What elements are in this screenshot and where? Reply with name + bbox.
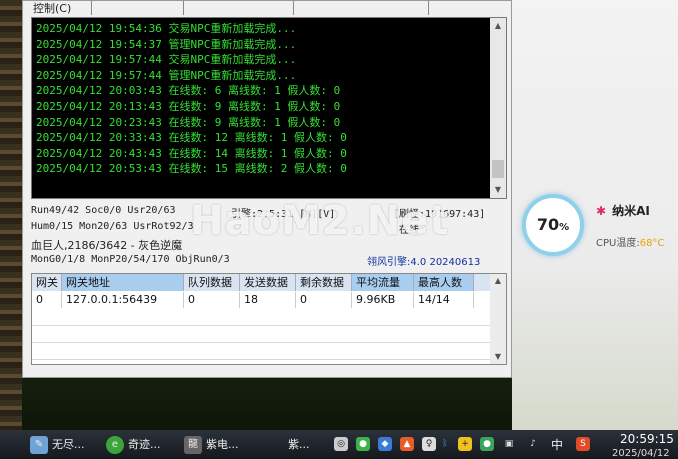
gauge-percent-sign: % xyxy=(559,222,570,233)
log-line: 2025/04/12 20:13:43 在线数: 9 离线数: 1 假人数: 0 xyxy=(36,99,341,113)
game-window-edge xyxy=(0,0,22,430)
menu-separator xyxy=(293,1,294,15)
column-header[interactable]: 发送数据 xyxy=(240,274,296,291)
log-line: 2025/04/12 19:57:44 管理NPC重新加载完成... xyxy=(36,68,297,82)
table-cell: 0 xyxy=(296,292,352,308)
column-header[interactable]: 剩余数据 xyxy=(296,274,352,291)
taskbar-item-zi[interactable]: 紫... xyxy=(288,434,310,456)
log-line: 2025/04/12 20:03:43 在线数: 6 离线数: 1 假人数: 0 xyxy=(36,84,341,98)
scroll-up-arrow-icon[interactable]: ▲ xyxy=(490,274,506,288)
taskbar-label: 奇迹... xyxy=(128,438,161,451)
taskbar-item-zidian[interactable]: 龍紫电... xyxy=(184,434,239,456)
table-cell: 18 xyxy=(240,292,296,308)
table-cell: 14/14 xyxy=(414,292,474,308)
log-line: 2025/04/12 19:57:44 交易NPC重新加载完成... xyxy=(36,53,297,67)
app-icon: ✎ xyxy=(30,436,48,454)
status-boss: 血巨人,2186/3642 - 灰色逆魔 xyxy=(31,239,183,252)
performance-widget[interactable]: 70% ✱ 纳米AI CPU温度:68°C xyxy=(522,194,672,260)
cpu-temperature: CPU温度:68°C xyxy=(596,234,664,249)
menu-separator xyxy=(91,1,92,15)
browser-icon: e xyxy=(106,436,124,454)
scroll-down-arrow-icon[interactable]: ▼ xyxy=(490,182,506,198)
table-header: 网关 网关地址 队列数据 发送数据 剩余数据 平均流量 最高人数 xyxy=(32,274,492,291)
app-icon: 龍 xyxy=(184,436,202,454)
cpu-gauge: 70% xyxy=(522,194,584,256)
taskbar: ✎ 无尽... e 奇迹... 龍紫电... 紫... ◎ ● ◆ ▲ ♀ ᛒ + … xyxy=(0,430,678,459)
wechat-icon[interactable]: ● xyxy=(356,437,370,451)
table-cell: 9.96KB xyxy=(352,292,414,308)
sogou-icon[interactable]: S xyxy=(576,437,590,451)
log-scrollbar[interactable]: ▲ ▼ xyxy=(490,18,506,198)
status-mon: MonG0/1/8 MonP20/54/170 ObjRun0/3 xyxy=(31,254,230,265)
scroll-up-arrow-icon[interactable]: ▲ xyxy=(490,18,506,34)
column-header[interactable]: 最高人数 xyxy=(414,274,474,291)
cpu-label: CPU温度: xyxy=(596,238,640,249)
input-language[interactable]: 中 xyxy=(551,434,563,456)
table-cell: 127.0.0.1:56439 xyxy=(62,292,184,308)
tray-app-icon[interactable]: ● xyxy=(480,437,494,451)
tray-app-icon[interactable]: + xyxy=(458,437,472,451)
scroll-down-arrow-icon[interactable]: ▼ xyxy=(490,350,506,364)
brand[interactable]: ✱ 纳米AI xyxy=(596,202,650,219)
log-line: 2025/04/12 19:54:36 交易NPC重新加载完成... xyxy=(36,22,297,35)
column-header[interactable]: 网关地址 xyxy=(62,274,184,291)
log-line: 2025/04/12 20:23:43 在线数: 9 离线数: 1 假人数: 0 xyxy=(36,115,341,129)
nano-ai-icon: ✱ xyxy=(596,204,607,218)
log-line: 2025/04/12 20:43:43 在线数: 14 离线数: 1 假人数: … xyxy=(36,146,347,160)
gauge-percent: 70 xyxy=(536,215,560,234)
network-icon[interactable]: ▣ xyxy=(502,437,516,451)
shield-icon[interactable]: ◆ xyxy=(378,437,392,451)
taskbar-label: 紫... xyxy=(288,438,310,451)
tray-app-icon[interactable]: ▲ xyxy=(400,437,414,451)
table-cell: 0 xyxy=(32,292,62,308)
bluetooth-icon[interactable]: ᛒ xyxy=(438,437,452,451)
menu-separator xyxy=(428,1,429,15)
table-scrollbar[interactable]: ▲ ▼ xyxy=(490,274,506,364)
tray-app-icon[interactable]: ◎ xyxy=(334,437,348,451)
clock-time[interactable]: 20:59:15 xyxy=(620,432,674,446)
taskbar-label: 无尽... xyxy=(52,438,85,451)
status-version: 翎风引擎:4.0 20240613 xyxy=(367,257,481,268)
gateway-table[interactable]: 网关 网关地址 队列数据 发送数据 剩余数据 平均流量 最高人数 0 127.0… xyxy=(31,273,507,365)
column-header[interactable]: 平均流量 xyxy=(352,274,414,291)
log-line: 2025/04/12 20:33:43 在线数: 12 离线数: 1 假人数: … xyxy=(36,131,347,145)
column-header[interactable]: 队列数据 xyxy=(184,274,240,291)
taskbar-label: 紫电... xyxy=(206,438,239,451)
menu-separator xyxy=(183,1,184,15)
taskbar-item-qiji[interactable]: e 奇迹... xyxy=(106,434,161,456)
watermark: HaoM2.Net xyxy=(190,198,450,244)
clock-date[interactable]: 2025/04/12 xyxy=(612,448,670,459)
gauge-value: 70% xyxy=(526,198,580,252)
tray-app-icon[interactable]: ♀ xyxy=(422,437,436,451)
cpu-value: 68°C xyxy=(639,238,665,249)
grid-line xyxy=(32,359,492,360)
menubar: 控制(C) xyxy=(23,1,511,16)
log-lines: 2025/04/12 19:54:36 交易NPC重新加载完成... 2025/… xyxy=(36,21,486,177)
log-line: 2025/04/12 19:54:37 管理NPC重新加载完成... xyxy=(36,37,297,51)
column-header[interactable]: 网关 xyxy=(32,274,62,291)
volume-icon[interactable]: ♪ xyxy=(526,437,540,451)
brand-label: 纳米AI xyxy=(612,204,650,218)
scroll-thumb[interactable] xyxy=(492,160,504,178)
log-console[interactable]: 2025/04/12 19:54:36 交易NPC重新加载完成... 2025/… xyxy=(31,17,507,199)
table-cell: 0 xyxy=(184,292,240,308)
grid-line xyxy=(32,325,492,326)
taskbar-item-wujin[interactable]: ✎ 无尽... xyxy=(30,434,85,456)
status-hum: Hum0/15 Mon20/63 UsrRot92/3 xyxy=(31,221,194,232)
status-run: Run49/42 Soc0/0 Usr20/63 xyxy=(31,205,176,216)
grid-line xyxy=(32,342,492,343)
game-server-window: 控制(C) 2025/04/12 19:54:36 交易NPC重新加载完成...… xyxy=(22,0,512,378)
log-line: 2025/04/12 20:53:43 在线数: 15 离线数: 2 假人数: … xyxy=(36,162,347,176)
menu-control[interactable]: 控制(C) xyxy=(33,0,71,16)
table-row[interactable]: 0 127.0.0.1:56439 0 18 0 9.96KB 14/14 xyxy=(32,292,492,308)
